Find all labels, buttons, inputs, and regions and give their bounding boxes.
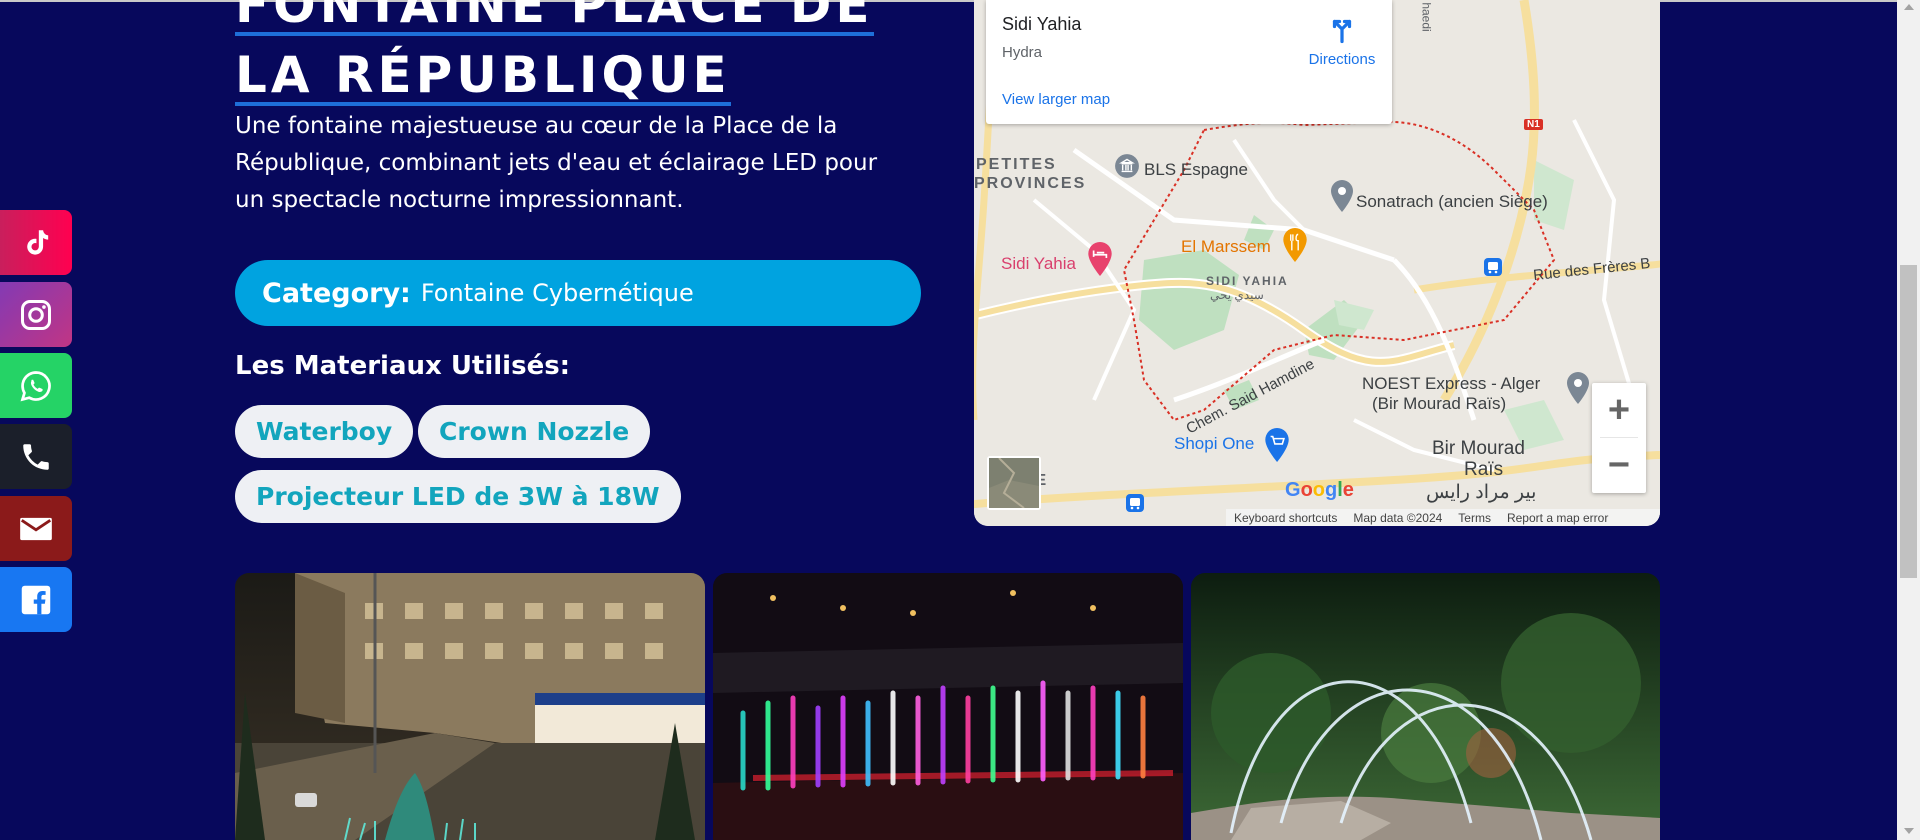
mail-icon bbox=[20, 517, 52, 540]
map-label: بير مراد رايس bbox=[1426, 482, 1537, 503]
restaurant-pin-icon bbox=[1283, 228, 1307, 262]
place-name: Sidi Yahia bbox=[1002, 14, 1082, 34]
bus-stop-icon bbox=[1126, 494, 1144, 512]
shopping-pin-icon bbox=[1265, 428, 1289, 462]
map-data-text: Map data ©2024 bbox=[1353, 510, 1443, 525]
view-larger-map-link[interactable]: View larger map bbox=[1002, 91, 1110, 108]
whatsapp-button[interactable] bbox=[0, 353, 72, 418]
map-label: (Bir Mourad Raïs) bbox=[1372, 394, 1507, 413]
satellite-view-toggle[interactable] bbox=[987, 456, 1041, 510]
map-info-card: Sidi Yahia Hydra View larger map Directi… bbox=[986, 0, 1392, 124]
map-label: haedi bbox=[1419, 2, 1434, 32]
facebook-icon bbox=[21, 585, 51, 614]
page-title-line-2: LA RÉPUBLIQUE bbox=[235, 46, 731, 106]
map-label: PETITES bbox=[976, 156, 1057, 173]
tiktok-icon bbox=[27, 229, 49, 255]
hotel-pin-icon bbox=[1088, 242, 1112, 276]
phone-icon bbox=[23, 443, 49, 470]
material-chip[interactable]: Projecteur LED de 3W à 18W bbox=[235, 470, 681, 523]
highway-shield: N1 bbox=[1524, 119, 1543, 130]
keyboard-shortcuts-link[interactable]: Keyboard shortcuts bbox=[1234, 511, 1337, 525]
map-label: PROVINCES bbox=[974, 175, 1087, 192]
directions-icon bbox=[1332, 19, 1352, 44]
map-attribution: Keyboard shortcuts Map data ©2024 Terms … bbox=[1226, 509, 1660, 526]
map-label: SIDI YAHIA bbox=[1206, 274, 1289, 288]
zoom-controls: + − bbox=[1592, 383, 1646, 493]
museum-pin-icon bbox=[1115, 154, 1139, 178]
category-badge: Category: Fontaine Cybernétique bbox=[235, 260, 921, 326]
gallery-image-led-fountain[interactable] bbox=[713, 573, 1183, 840]
map-label: Sonatrach (ancien Siège) bbox=[1356, 192, 1548, 211]
directions-label: Directions bbox=[1308, 51, 1376, 68]
map-label: سيدي يحي bbox=[1210, 288, 1264, 302]
zoom-in-button[interactable]: + bbox=[1592, 383, 1646, 437]
page-title-line-1: FONTAINE PLACE DE bbox=[235, 0, 874, 36]
embedded-map[interactable]: PETITES PROVINCES BLS Espagne Sonatrach … bbox=[974, 0, 1660, 526]
map-label: NOEST Express - Alger bbox=[1362, 374, 1541, 393]
category-label: Category: bbox=[262, 277, 411, 309]
instagram-icon bbox=[21, 299, 51, 330]
scroll-down-arrow-icon[interactable] bbox=[1904, 828, 1914, 834]
map-label: Bir Mourad bbox=[1432, 438, 1525, 459]
map-label: Sidi Yahia bbox=[1001, 254, 1076, 273]
place-area: Hydra bbox=[1002, 44, 1043, 61]
gallery-image-arc-jets[interactable] bbox=[1191, 573, 1660, 840]
tiktok-button[interactable] bbox=[0, 210, 72, 275]
page-title: FONTAINE PLACE DE LA RÉPUBLIQUE bbox=[235, 0, 935, 106]
bus-stop-icon bbox=[1484, 258, 1502, 276]
scrollbar-thumb[interactable] bbox=[1900, 265, 1917, 578]
map-label: Raïs bbox=[1464, 459, 1504, 480]
material-chip[interactable]: Crown Nozzle bbox=[418, 405, 651, 458]
materials-heading: Les Materiaux Utilisés: bbox=[235, 351, 571, 381]
mail-button[interactable] bbox=[0, 496, 72, 561]
directions-button[interactable]: Directions bbox=[1294, 14, 1390, 68]
gallery-image-street-fountain[interactable] bbox=[235, 573, 705, 840]
map-label: BLS Espagne bbox=[1144, 160, 1248, 179]
scroll-up-arrow-icon[interactable] bbox=[1904, 4, 1914, 10]
map-label: Shopi One bbox=[1174, 434, 1255, 453]
material-chip[interactable]: Waterboy bbox=[235, 405, 414, 458]
satellite-thumbnail bbox=[989, 457, 1039, 509]
place-pin-icon bbox=[1331, 180, 1353, 212]
google-logo: Google bbox=[1285, 479, 1354, 501]
place-pin-icon bbox=[1567, 372, 1589, 404]
report-map-error-link[interactable]: Report a map error bbox=[1507, 511, 1608, 525]
instagram-button[interactable] bbox=[0, 282, 72, 347]
terms-link[interactable]: Terms bbox=[1458, 511, 1491, 525]
category-value: Fontaine Cybernétique bbox=[420, 279, 694, 307]
zoom-out-button[interactable]: − bbox=[1592, 438, 1646, 492]
phone-button[interactable] bbox=[0, 424, 72, 489]
fountain-description: Une fontaine majestueuse au cœur de la P… bbox=[235, 113, 878, 213]
whatsapp-icon bbox=[20, 370, 51, 401]
map-label: El Marssem bbox=[1181, 237, 1271, 256]
facebook-button[interactable] bbox=[0, 567, 72, 632]
